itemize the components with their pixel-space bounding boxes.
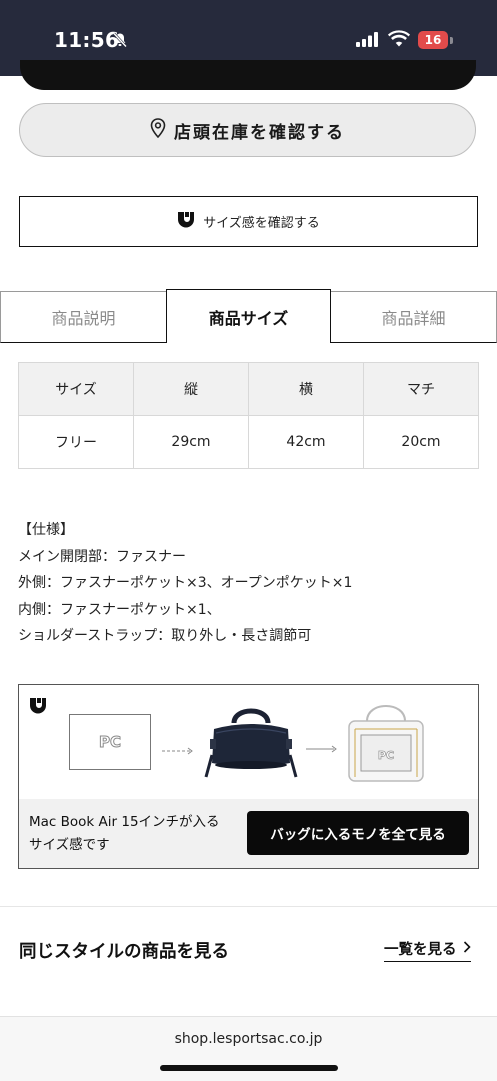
table-header-cell: サイズ xyxy=(18,362,134,416)
size-check-label: サイズ感を確認する xyxy=(203,216,320,231)
section-divider xyxy=(0,906,497,907)
spec-list: 【仕様】 メイン開閉部：ファスナー 外側：ファスナーポケット×3、オープンポケッ… xyxy=(18,517,352,650)
table-header-row: サイズ 縦 横 マチ xyxy=(18,362,479,416)
view-all-link[interactable]: 一覧を見る xyxy=(384,938,471,962)
tab-size[interactable]: 商品サイズ xyxy=(166,289,331,343)
table-row: フリー 29cm 42cm 20cm xyxy=(18,415,479,469)
chevron-right-icon xyxy=(463,940,471,957)
status-time: 11:56 xyxy=(54,28,120,52)
dashed-arrow-icon xyxy=(162,740,194,759)
brand-logo-icon xyxy=(177,211,195,233)
fit-text-line: Mac Book Air 15インチが入る xyxy=(29,814,220,830)
table-cell: フリー xyxy=(18,415,134,469)
table-header-cell: 縦 xyxy=(133,362,249,416)
fit-text-line: サイズ感です xyxy=(29,837,110,853)
spec-line: ショルダーストラップ：取り外し・長さ調節可 xyxy=(18,628,312,644)
battery-indicator: 16 xyxy=(418,31,448,49)
battery-tip xyxy=(450,37,453,44)
fit-description: Mac Book Air 15インチが入る サイズ感です xyxy=(29,811,220,857)
product-tabs: 商品説明 商品サイズ 商品詳細 xyxy=(0,289,497,343)
view-all-label: 一覧を見る xyxy=(384,942,457,958)
browser-address-bar[interactable]: shop.lesportsac.co.jp xyxy=(0,1016,497,1081)
location-pin-icon xyxy=(150,117,166,143)
table-cell: 42cm xyxy=(248,415,364,469)
tab-details[interactable]: 商品詳細 xyxy=(331,291,497,343)
cell-signal-icon xyxy=(356,32,380,51)
bag-fit-banner: PC PC Mac Book Air 15インチが入る サイズ感です バッグに入… xyxy=(18,684,479,869)
add-to-cart-button[interactable] xyxy=(20,60,476,90)
brand-logo-icon xyxy=(29,697,47,719)
banner-footer: Mac Book Air 15インチが入る サイズ感です バッグに入るモノを全て… xyxy=(19,799,478,868)
svg-text:PC: PC xyxy=(378,749,394,762)
url-text: shop.lesportsac.co.jp xyxy=(174,1031,323,1047)
spec-heading: 【仕様】 xyxy=(18,522,74,538)
home-indicator xyxy=(160,1065,338,1071)
store-stock-label: 店頭在庫を確認する xyxy=(174,122,345,143)
table-header-cell: 横 xyxy=(248,362,364,416)
related-section-title: 同じスタイルの商品を見る xyxy=(19,942,229,962)
size-check-button[interactable]: サイズ感を確認する xyxy=(19,196,478,247)
size-table: サイズ 縦 横 マチ フリー 29cm 42cm 20cm xyxy=(18,362,479,469)
tab-description[interactable]: 商品説明 xyxy=(0,291,166,343)
arrow-icon xyxy=(306,738,338,757)
bell-muted-icon xyxy=(112,32,128,52)
store-stock-button[interactable]: 店頭在庫を確認する xyxy=(19,103,476,157)
table-header-cell: マチ xyxy=(363,362,479,416)
spec-line: 内側：ファスナーポケット×1、 xyxy=(18,601,221,618)
spec-line: メイン開閉部：ファスナー xyxy=(18,548,186,565)
pc-label: PC xyxy=(98,733,121,752)
bag-image xyxy=(204,699,298,789)
bag-fit-illustration: PC xyxy=(345,699,427,789)
pc-illustration: PC xyxy=(69,714,151,770)
table-cell: 29cm xyxy=(133,415,249,469)
wifi-icon xyxy=(388,30,410,51)
view-fitting-items-button[interactable]: バッグに入るモノを全て見る xyxy=(247,811,469,855)
table-cell: 20cm xyxy=(363,415,479,469)
spec-line: 外側：ファスナーポケット×3、オープンポケット×1 xyxy=(18,575,353,591)
